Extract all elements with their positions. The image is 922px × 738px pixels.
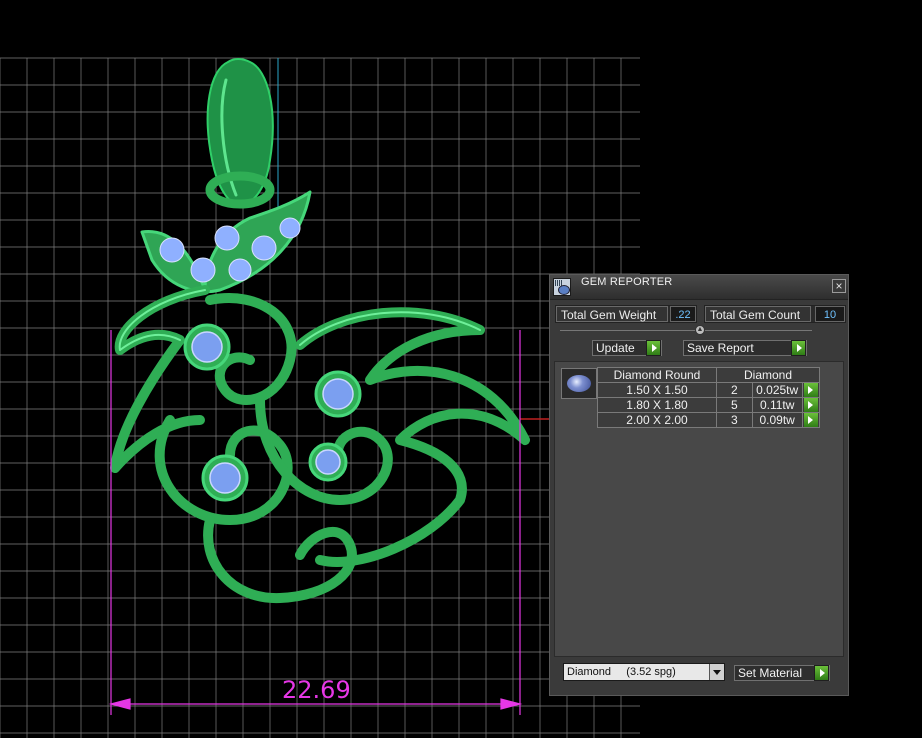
gem-weight: 0.025tw: [751, 382, 803, 398]
close-button[interactable]: ×: [832, 279, 846, 293]
row-select-button[interactable]: [801, 412, 821, 428]
row-select-button[interactable]: [801, 397, 821, 413]
total-gem-weight-value[interactable]: .22: [670, 306, 696, 322]
gem-report-table: Diamond Round Diamond 1.50 X 1.50 2 0.02…: [597, 367, 821, 428]
chevron-down-icon[interactable]: [709, 664, 724, 680]
total-gem-count-value[interactable]: 10: [815, 306, 845, 322]
gem-reporter-panel: GEM REPORTER × Total Gem Weight .22 Tota…: [549, 274, 849, 696]
total-gem-count-field: Total Gem Count 10: [704, 305, 846, 323]
gem-count: 5: [716, 397, 753, 413]
gem-size: 1.50 X 1.50: [597, 382, 717, 398]
diamond-round-icon[interactable]: [561, 368, 597, 399]
total-gem-weight-label: Total Gem Weight: [556, 306, 668, 322]
material-select-value: Diamond (3.52 spg): [567, 666, 676, 678]
bezel-stone-3: [201, 454, 249, 502]
gem-reporter-icon: [553, 278, 571, 296]
dimension-value: 22.69: [282, 676, 351, 704]
gem-weight: 0.09tw: [751, 412, 803, 428]
update-button-label: Update: [596, 341, 635, 355]
table-row[interactable]: 2.00 X 2.00 3 0.09tw: [597, 412, 821, 428]
total-gem-count-label: Total Gem Count: [705, 306, 811, 322]
gem-report-list: Diamond Round Diamond 1.50 X 1.50 2 0.02…: [554, 361, 844, 657]
column-header-material: Diamond: [716, 367, 820, 383]
bezel-stone-2: [314, 370, 362, 418]
play-arrow-icon: [791, 340, 806, 356]
material-select[interactable]: Diamond (3.52 spg): [563, 663, 725, 681]
gem-count: 2: [716, 382, 753, 398]
column-header-shape: Diamond Round: [597, 367, 717, 383]
panel-titlebar[interactable]: GEM REPORTER ×: [550, 275, 848, 300]
panel-title: GEM REPORTER: [581, 276, 673, 288]
total-gem-weight-field: Total Gem Weight .22: [555, 305, 697, 323]
play-arrow-icon: [803, 413, 818, 427]
section-divider: [560, 330, 812, 331]
collapse-toggle-icon[interactable]: ▲: [695, 325, 705, 335]
row-select-button[interactable]: [801, 382, 821, 398]
update-button[interactable]: Update: [592, 340, 662, 356]
play-arrow-icon: [803, 398, 818, 412]
gem-weight: 0.11tw: [751, 397, 803, 413]
gem-count: 3: [716, 412, 753, 428]
save-report-button-label: Save Report: [687, 341, 754, 355]
gem-size: 1.80 X 1.80: [597, 397, 717, 413]
bezel-stone-4: [308, 442, 348, 482]
table-row[interactable]: 1.50 X 1.50 2 0.025tw: [597, 382, 821, 398]
play-arrow-icon: [814, 665, 829, 681]
set-material-button-label: Set Material: [738, 666, 803, 680]
bezel-stone-1: [183, 323, 231, 371]
table-row[interactable]: 1.80 X 1.80 5 0.11tw: [597, 397, 821, 413]
play-arrow-icon: [803, 383, 818, 397]
play-arrow-icon: [646, 340, 661, 356]
save-report-button[interactable]: Save Report: [683, 340, 807, 356]
set-material-button[interactable]: Set Material: [734, 665, 830, 681]
gem-size: 2.00 X 2.00: [597, 412, 717, 428]
